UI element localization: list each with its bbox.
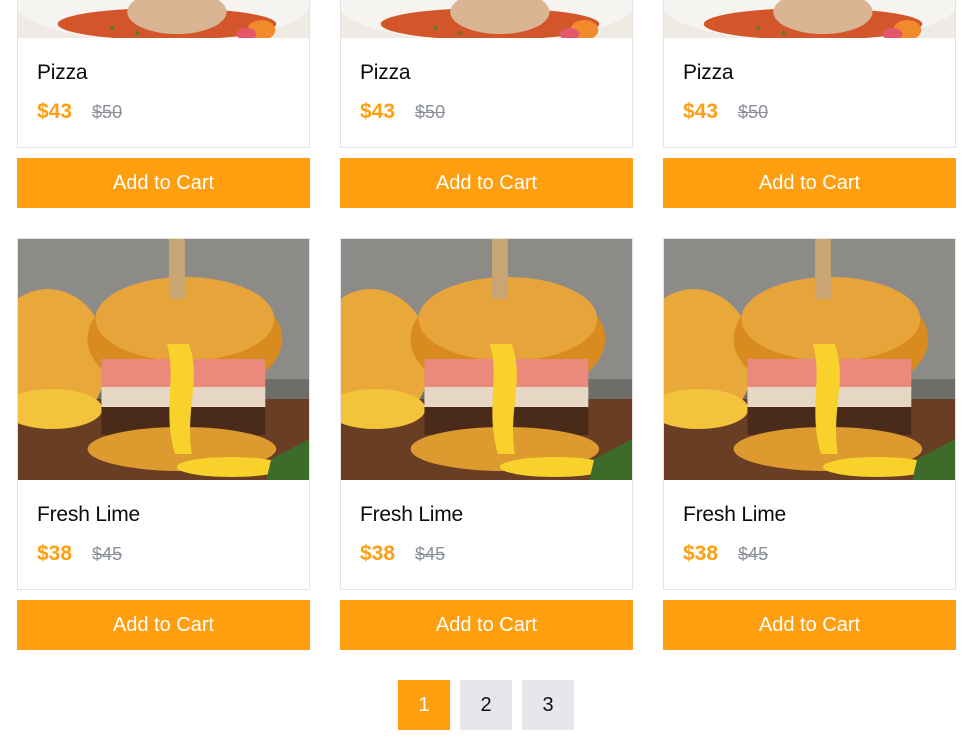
price-row: $43 $50 [37,100,290,124]
add-to-cart-button[interactable]: Add to Cart [17,600,310,650]
pagination: 1 2 3 [398,680,574,730]
product-old-price: $45 [738,544,769,564]
product-title: Pizza [683,61,734,84]
add-to-cart-button[interactable]: Add to Cart [663,158,956,208]
product-card: Fresh Lime $38 $45 Add to Cart [663,238,956,650]
burger-image[interactable] [664,239,955,480]
pizza-image[interactable] [18,0,309,38]
add-to-cart-button[interactable]: Add to Cart [340,158,633,208]
product-card: Fresh Lime $38 $45 Add to Cart [17,238,310,650]
product-old-price: $50 [415,102,446,122]
page-button-2[interactable]: 2 [460,680,512,730]
product-price: $43 [360,100,396,123]
product-price: $43 [683,100,719,123]
page-button-3[interactable]: 3 [522,680,574,730]
price-row: $43 $50 [360,100,613,124]
product-title: Pizza [360,61,411,84]
product-card: Pizza $43 $50 Add to Cart [340,0,633,208]
product-title: Fresh Lime [360,503,464,526]
product-old-price: $45 [92,544,123,564]
price-row: $38 $45 [37,542,290,566]
pizza-image[interactable] [341,0,632,38]
product-price: $38 [37,542,73,565]
product-old-price: $50 [92,102,123,122]
product-card: Pizza $43 $50 Add to Cart [663,0,956,208]
price-row: $43 $50 [683,100,936,124]
product-card: Pizza $43 $50 Add to Cart [17,0,310,208]
price-row: $38 $45 [683,542,936,566]
pizza-image[interactable] [664,0,955,38]
page-button-1[interactable]: 1 [398,680,450,730]
product-card: Fresh Lime $38 $45 Add to Cart [340,238,633,650]
product-price: $38 [360,542,396,565]
product-title: Pizza [37,61,88,84]
add-to-cart-button[interactable]: Add to Cart [17,158,310,208]
product-title: Fresh Lime [683,503,787,526]
product-old-price: $50 [738,102,769,122]
add-to-cart-button[interactable]: Add to Cart [663,600,956,650]
product-old-price: $45 [415,544,446,564]
product-title: Fresh Lime [37,503,141,526]
product-price: $43 [37,100,73,123]
add-to-cart-button[interactable]: Add to Cart [340,600,633,650]
burger-image[interactable] [18,239,309,480]
product-price: $38 [683,542,719,565]
burger-image[interactable] [341,239,632,480]
price-row: $38 $45 [360,542,613,566]
